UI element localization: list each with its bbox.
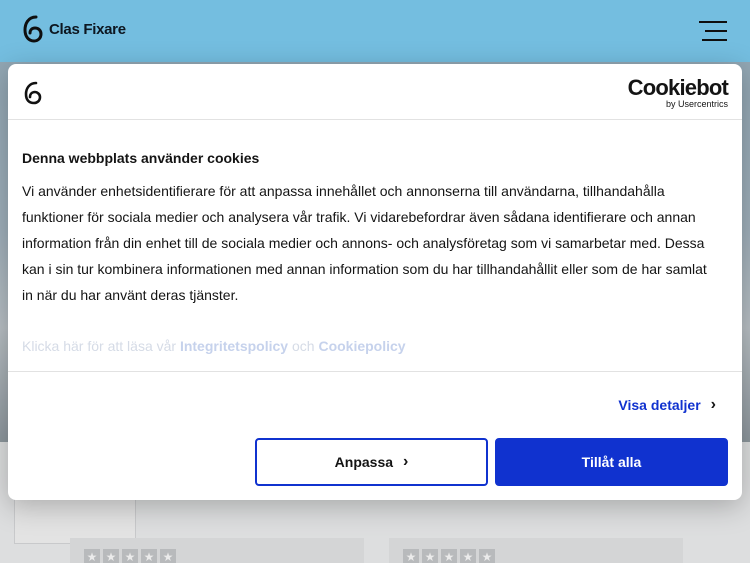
- cookie-policy-link[interactable]: Cookiepolicy: [318, 338, 405, 354]
- customize-label: Anpassa: [334, 454, 394, 470]
- policy-and: och: [291, 338, 315, 354]
- show-details-label: Visa detaljer: [618, 397, 701, 413]
- dialog-body: Denna webbplats använder cookies Vi anvä…: [8, 120, 742, 372]
- allow-all-button[interactable]: Tillåt alla: [495, 438, 728, 486]
- cookiebot-logo[interactable]: Cookiebot by Usercentrics: [627, 75, 729, 110]
- cookiebot-name: Cookiebot: [627, 75, 729, 100]
- show-details-link[interactable]: Visa detaljer ›: [618, 396, 716, 414]
- customize-button[interactable]: Anpassa ›: [255, 438, 488, 486]
- cookie-consent-dialog: Cookiebot by Usercentrics Denna webbplat…: [8, 64, 742, 500]
- dialog-description: Vi använder enhetsidentifierare för att …: [22, 183, 707, 303]
- cookiebot-subtitle: by Usercentrics: [665, 99, 728, 109]
- privacy-policy-link[interactable]: Integritetspolicy: [180, 338, 288, 354]
- policy-line: Klicka här för att läsa vår Integritetsp…: [22, 338, 406, 354]
- chevron-right-icon: ›: [710, 396, 716, 413]
- chevron-right-icon: ›: [403, 453, 409, 470]
- clas-fixare-logo-icon: [24, 81, 42, 105]
- dialog-header: Cookiebot by Usercentrics: [8, 64, 742, 120]
- policy-prefix: Klicka här för att läsa vår: [22, 338, 177, 354]
- dialog-title: Denna webbplats använder cookies: [22, 150, 260, 166]
